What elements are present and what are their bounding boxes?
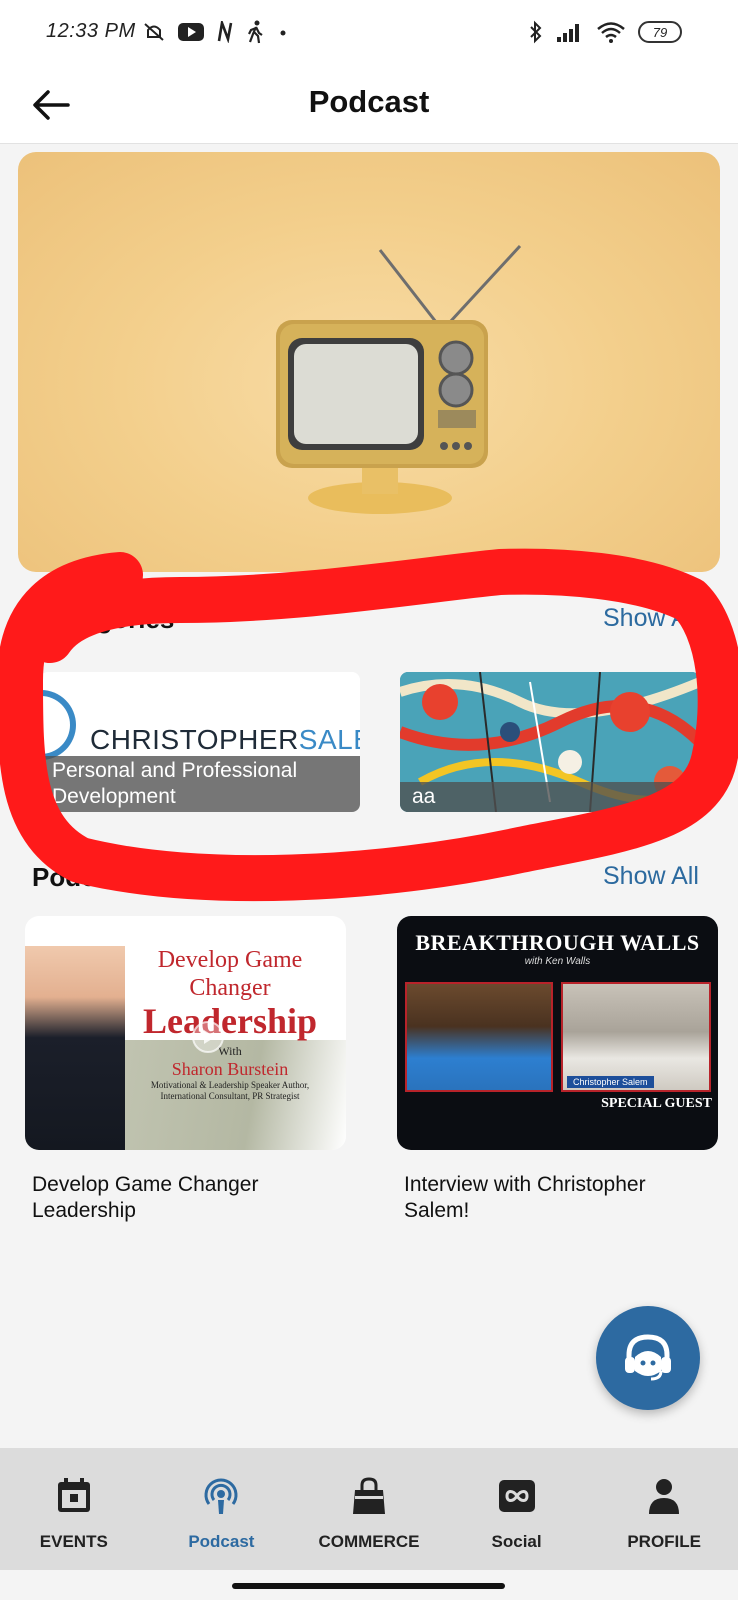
thumbnail-headline: Develop Game Changer Leadership With Sha… (130, 946, 330, 1102)
nav-label: Social (491, 1532, 542, 1551)
status-bar: 12:33 PM 79 (0, 0, 738, 66)
thumbnail-headline: BREAKTHROUGH WALLS (415, 930, 700, 955)
category-brand: CHRISTOPHERSALEM (90, 724, 360, 756)
app-header: Podcast (0, 66, 738, 144)
category-label: Personal and Professional Development (40, 756, 360, 812)
thumbnail-line1: Develop Game Changer (157, 947, 303, 1001)
thumbnail-speaker-subtitle: Motivational & Leadership Speaker Author… (150, 1080, 310, 1101)
category-card-personal-development[interactable]: CHRISTOPHERSALEM Personal and Profession… (40, 672, 360, 812)
podcasts-title: Podcasts (32, 862, 148, 892)
host-video-panel (405, 982, 553, 1092)
battery-icon: 79 (638, 21, 682, 43)
brand-accent-text: SALEM (298, 724, 360, 755)
bluetooth-icon (530, 20, 542, 44)
nav-label: PROFILE (627, 1532, 701, 1551)
shopping-bag-icon (352, 1477, 385, 1514)
gesture-area (0, 1570, 738, 1600)
walking-icon (248, 20, 263, 44)
youtube-icon (178, 23, 204, 41)
play-icon (192, 1021, 224, 1053)
nav-label: Podcast (188, 1532, 255, 1551)
n-icon (217, 21, 233, 43)
person-icon (649, 1479, 680, 1514)
thumbnail-speaker-name: Sharon Burstein (171, 1059, 289, 1079)
signal-icon (557, 24, 579, 42)
guest-name-tag: Christopher Salem (567, 1076, 654, 1088)
dot-icon (280, 30, 286, 36)
nav-item-events[interactable]: EVENTS (0, 1448, 148, 1570)
podcast-icon (204, 1478, 238, 1514)
home-gesture-bar[interactable] (232, 1583, 505, 1589)
category-label: aa (400, 782, 700, 812)
podcasts-show-all-link[interactable]: Show All (603, 862, 699, 891)
thumbnail-line2: Leadership (142, 1001, 318, 1041)
thumbnail-with: With (218, 1044, 242, 1058)
podcast-title[interactable]: Develop Game Changer Leadership (32, 1172, 332, 1224)
support-chat-button[interactable] (596, 1306, 700, 1410)
page-title: Podcast (308, 84, 430, 119)
status-right-icons: 79 (528, 20, 682, 44)
speaker-photo (25, 946, 125, 1150)
nav-label: EVENTS (39, 1532, 108, 1551)
infinity-icon (498, 1480, 535, 1512)
categories-show-all-link[interactable]: Show All (603, 604, 699, 633)
wifi-icon (597, 22, 625, 43)
nav-item-social[interactable]: Social (443, 1448, 591, 1570)
thumbnail-subtitle: with Ken Walls (524, 956, 591, 967)
brand-text: CHRISTOPHER (90, 724, 299, 755)
podcast-thumbnail-interview[interactable]: BREAKTHROUGH WALLS with Ken Walls Christ… (397, 916, 718, 1150)
status-time: 12:33 PM (46, 20, 136, 42)
nav-item-commerce[interactable]: COMMERCE (295, 1448, 443, 1570)
bottom-navigation: EVENTS Podcast COMMERCE Social PROFILE (0, 1448, 738, 1570)
podcast-title[interactable]: Interview with Christopher Salem! (404, 1172, 704, 1224)
headset-agent-icon (625, 1334, 671, 1381)
nav-label: COMMERCE (318, 1532, 420, 1551)
categories-title: Categories (40, 604, 175, 634)
mute-icon (144, 23, 164, 41)
retro-tv-image (276, 244, 522, 514)
calendar-icon (57, 1478, 90, 1512)
logo-ring-icon (40, 690, 76, 760)
nav-item-podcast[interactable]: Podcast (148, 1448, 296, 1570)
category-card-aa[interactable]: aa (400, 672, 700, 812)
hero-banner (18, 152, 720, 572)
podcast-thumbnail-develop[interactable]: Develop Game Changer Leadership With Sha… (25, 916, 346, 1150)
special-guest-text: SPECIAL GUEST (601, 1096, 712, 1111)
nav-item-profile[interactable]: PROFILE (590, 1448, 738, 1570)
status-left-icons (142, 20, 288, 44)
